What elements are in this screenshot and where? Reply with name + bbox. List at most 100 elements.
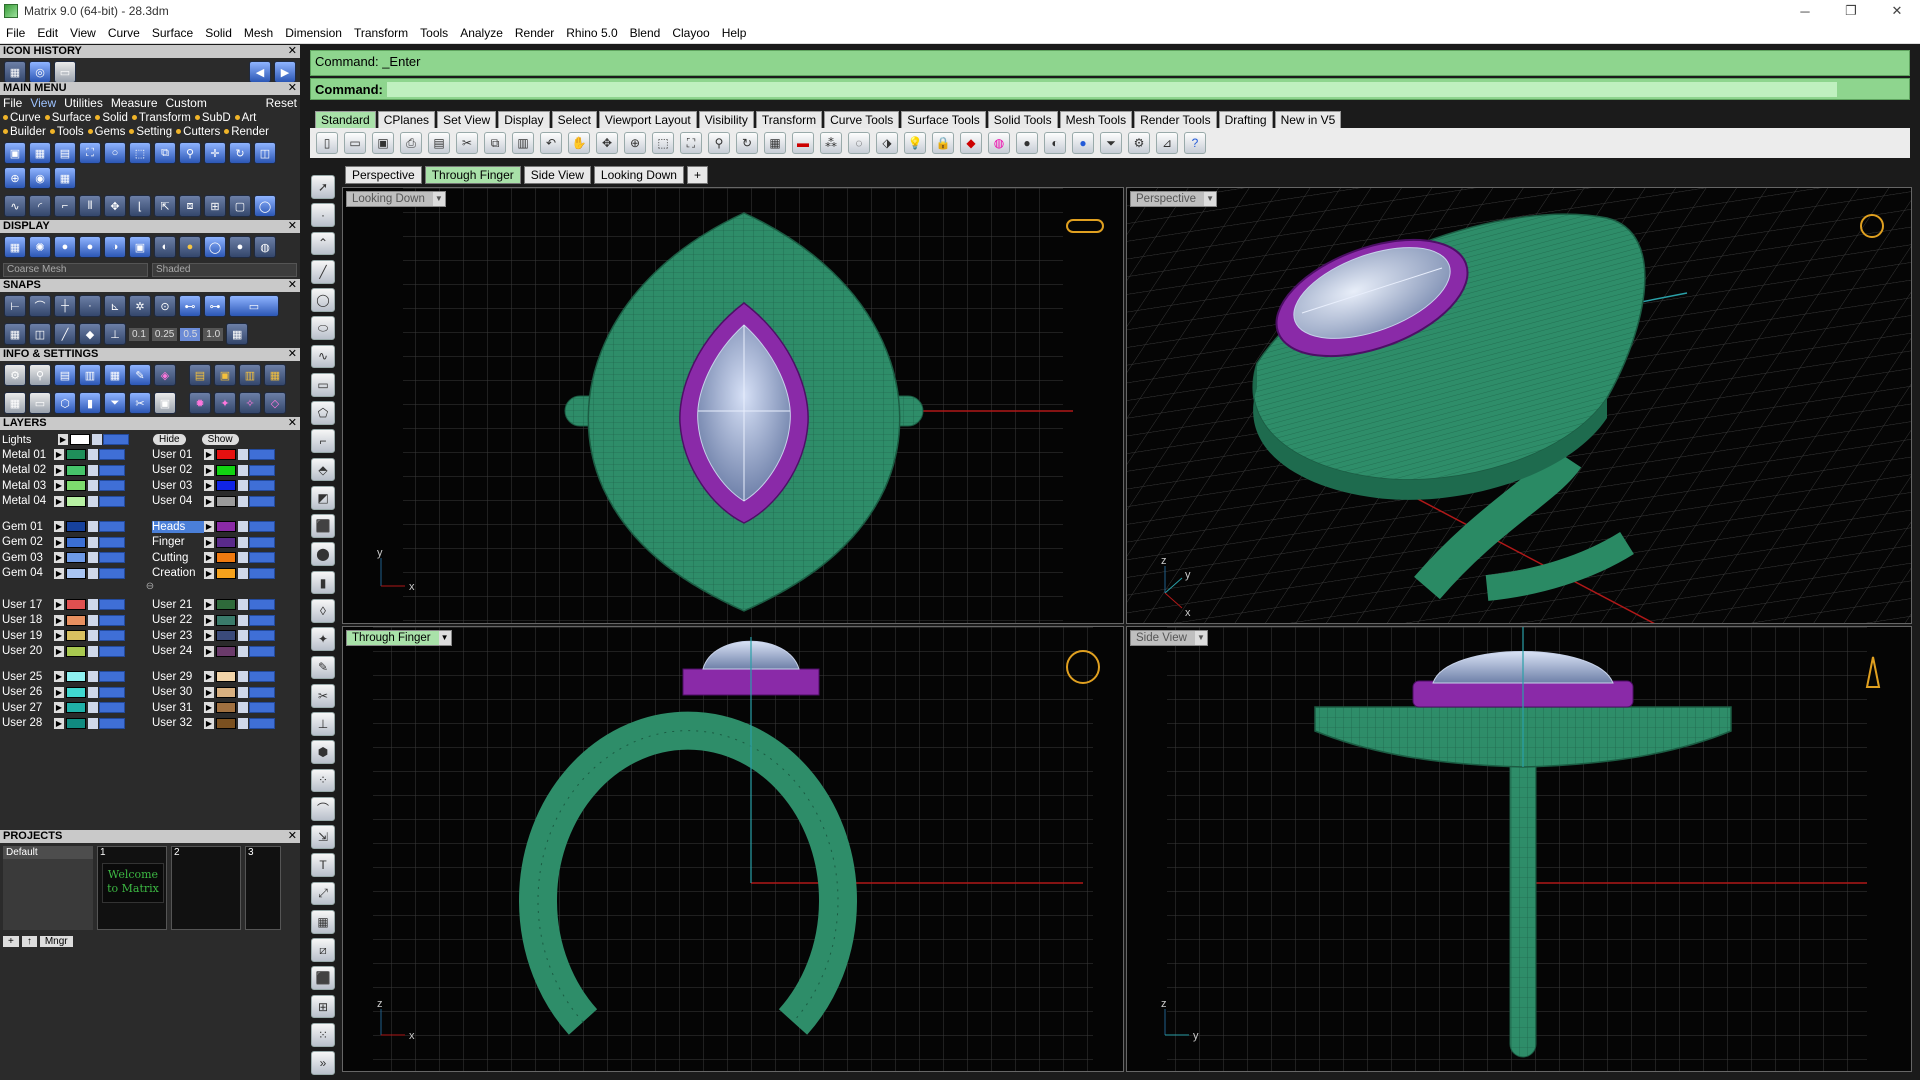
snap-near-icon[interactable]: ⌒ (29, 295, 51, 317)
visibility-toggle[interactable] (99, 449, 125, 461)
layer-color-swatch[interactable] (66, 567, 86, 579)
line-icon[interactable]: ╱ (311, 259, 335, 284)
mm-custom[interactable]: Custom (166, 96, 207, 110)
layer-name[interactable]: User 04 (152, 495, 204, 507)
layer-color-swatch[interactable] (66, 630, 86, 642)
layer-row[interactable]: User 29 ▶ (152, 669, 296, 685)
layer-name[interactable]: Gem 04 (2, 567, 54, 579)
menu-transform[interactable]: Transform (348, 26, 414, 40)
minimize-button[interactable]: ─ (1782, 0, 1828, 22)
layer-name[interactable]: Gem 03 (2, 552, 54, 564)
snap-line-icon[interactable]: ╱ (54, 323, 76, 345)
add-viewport-tab[interactable]: + (686, 166, 708, 184)
layer-name[interactable]: Gem 01 (2, 521, 54, 533)
lock-icon[interactable] (238, 599, 248, 611)
layer-row[interactable]: User 26 ▶ (2, 685, 146, 701)
arrow-icon[interactable]: ▶ (204, 630, 214, 642)
arrow-icon[interactable]: ▶ (204, 449, 214, 461)
chevron-down-icon[interactable]: ▼ (432, 192, 445, 206)
layer-name[interactable]: Metal 03 (2, 480, 54, 492)
profile-tool-icon[interactable]: ⌊ (129, 195, 151, 217)
lock-icon[interactable] (88, 495, 98, 507)
window-icon[interactable]: ▭ (29, 392, 51, 414)
split-icon[interactable]: ⧄ (311, 938, 335, 962)
toolbar-tab-standard[interactable]: Standard (315, 111, 376, 128)
layer-color-swatch[interactable] (66, 536, 86, 548)
arrow-icon[interactable]: ▶ (204, 599, 214, 611)
menu-surface[interactable]: Surface (146, 26, 199, 40)
visibility-toggle[interactable] (249, 717, 275, 729)
layer-color-swatch[interactable] (66, 599, 86, 611)
layer-color-swatch[interactable] (66, 717, 86, 729)
visibility-toggle[interactable] (99, 645, 125, 657)
snap-value-05[interactable]: 0.5 (180, 327, 201, 341)
close-icon[interactable]: ✕ (288, 45, 297, 58)
add-project-button[interactable]: + (3, 936, 19, 947)
zoom-window-icon[interactable]: ⬚ (652, 132, 674, 154)
layer-name[interactable]: Finger (152, 536, 204, 548)
layer-name[interactable]: User 30 (152, 686, 204, 698)
viewport-side-view[interactable]: Side View ▼ z y (1126, 626, 1912, 1072)
snap-int-icon[interactable]: ✲ (129, 295, 151, 317)
circle-tool-icon[interactable]: ◯ (254, 195, 276, 217)
mm-solid[interactable]: Solid (95, 112, 128, 124)
layer-name[interactable]: Cutting (152, 552, 204, 564)
layers-icon[interactable]: ▤ (54, 364, 76, 386)
rotate-view-icon[interactable]: ↻ (229, 142, 251, 164)
toolbar-tab-solid-tools[interactable]: Solid Tools (987, 111, 1058, 128)
folder-icon[interactable]: ▭ (54, 61, 76, 83)
arrow-icon[interactable]: ▶ (204, 645, 214, 657)
undo-icon[interactable]: ↶ (540, 132, 562, 154)
layer-row[interactable]: User 04 ▶ (152, 494, 296, 510)
mm-art[interactable]: Art (234, 112, 256, 124)
layer-row[interactable]: Cutting ▶ (152, 550, 296, 566)
image-icon[interactable]: ▣ (129, 236, 151, 258)
layer-row[interactable]: User 21 ▶ (152, 597, 296, 613)
layer-row[interactable]: User 32 ▶ (152, 716, 296, 732)
snap-value-01[interactable]: 0.1 (129, 327, 149, 341)
show-button[interactable]: Show (201, 434, 239, 445)
visibility-toggle[interactable] (249, 521, 275, 533)
lock-icon[interactable] (238, 536, 248, 548)
visibility-toggle[interactable] (249, 671, 275, 683)
arrow-icon[interactable]: ▶ (54, 702, 64, 714)
menu-rhino[interactable]: Rhino 5.0 (560, 26, 623, 40)
layer-row[interactable]: User 24 ▶ (152, 644, 296, 660)
mass-icon[interactable]: ▣ (214, 364, 236, 386)
xray-icon[interactable]: ◍ (254, 236, 276, 258)
visibility-toggle[interactable] (249, 567, 275, 579)
visibility-toggle[interactable] (99, 552, 125, 564)
layer-color-swatch[interactable] (216, 521, 236, 533)
layer-row[interactable]: Gem 03 ▶ (2, 550, 146, 566)
grid-icon[interactable]: ▦ (4, 61, 26, 83)
four-view-icon[interactable]: ▦ (29, 142, 51, 164)
color-wheel-icon[interactable]: ◍ (988, 132, 1010, 154)
zoom-window-icon[interactable]: ⬚ (129, 142, 151, 164)
cylinder-icon[interactable]: ▮ (311, 570, 335, 595)
arrow-icon[interactable]: ▶ (54, 449, 64, 461)
arrow-icon[interactable]: ▶ (204, 702, 214, 714)
layer-color-swatch[interactable] (66, 495, 86, 507)
layer-row[interactable]: Finger ▶ (152, 535, 296, 551)
projects-list[interactable]: Default (3, 846, 93, 930)
layer-name[interactable]: User 03 (152, 480, 204, 492)
toolbar-tab-curve-tools[interactable]: Curve Tools (824, 111, 900, 128)
lock-icon[interactable] (238, 686, 248, 698)
surface-icon[interactable]: ◩ (311, 485, 335, 510)
lock-icon[interactable] (88, 671, 98, 683)
layer-name[interactable]: Metal 01 (2, 449, 54, 461)
close-icon[interactable]: ✕ (288, 82, 297, 95)
visibility-toggle[interactable] (249, 614, 275, 626)
car-icon[interactable]: ▬ (792, 132, 814, 154)
layer-color-swatch[interactable] (216, 645, 236, 657)
arrow-icon[interactable]: ▶ (54, 599, 64, 611)
mm-view[interactable]: View (30, 96, 56, 110)
arrow-icon[interactable]: ▶ (204, 521, 214, 533)
layer-color-swatch[interactable] (66, 464, 86, 476)
mm-render[interactable]: Render (224, 126, 269, 138)
layer-row[interactable]: Metal 01 ▶ (2, 447, 146, 463)
layer-row[interactable]: User 18 ▶ (2, 613, 146, 629)
cut-icon[interactable]: ✂ (456, 132, 478, 154)
mm-tools[interactable]: Tools (49, 126, 84, 138)
polyline-icon[interactable]: ⌃ (311, 231, 335, 256)
